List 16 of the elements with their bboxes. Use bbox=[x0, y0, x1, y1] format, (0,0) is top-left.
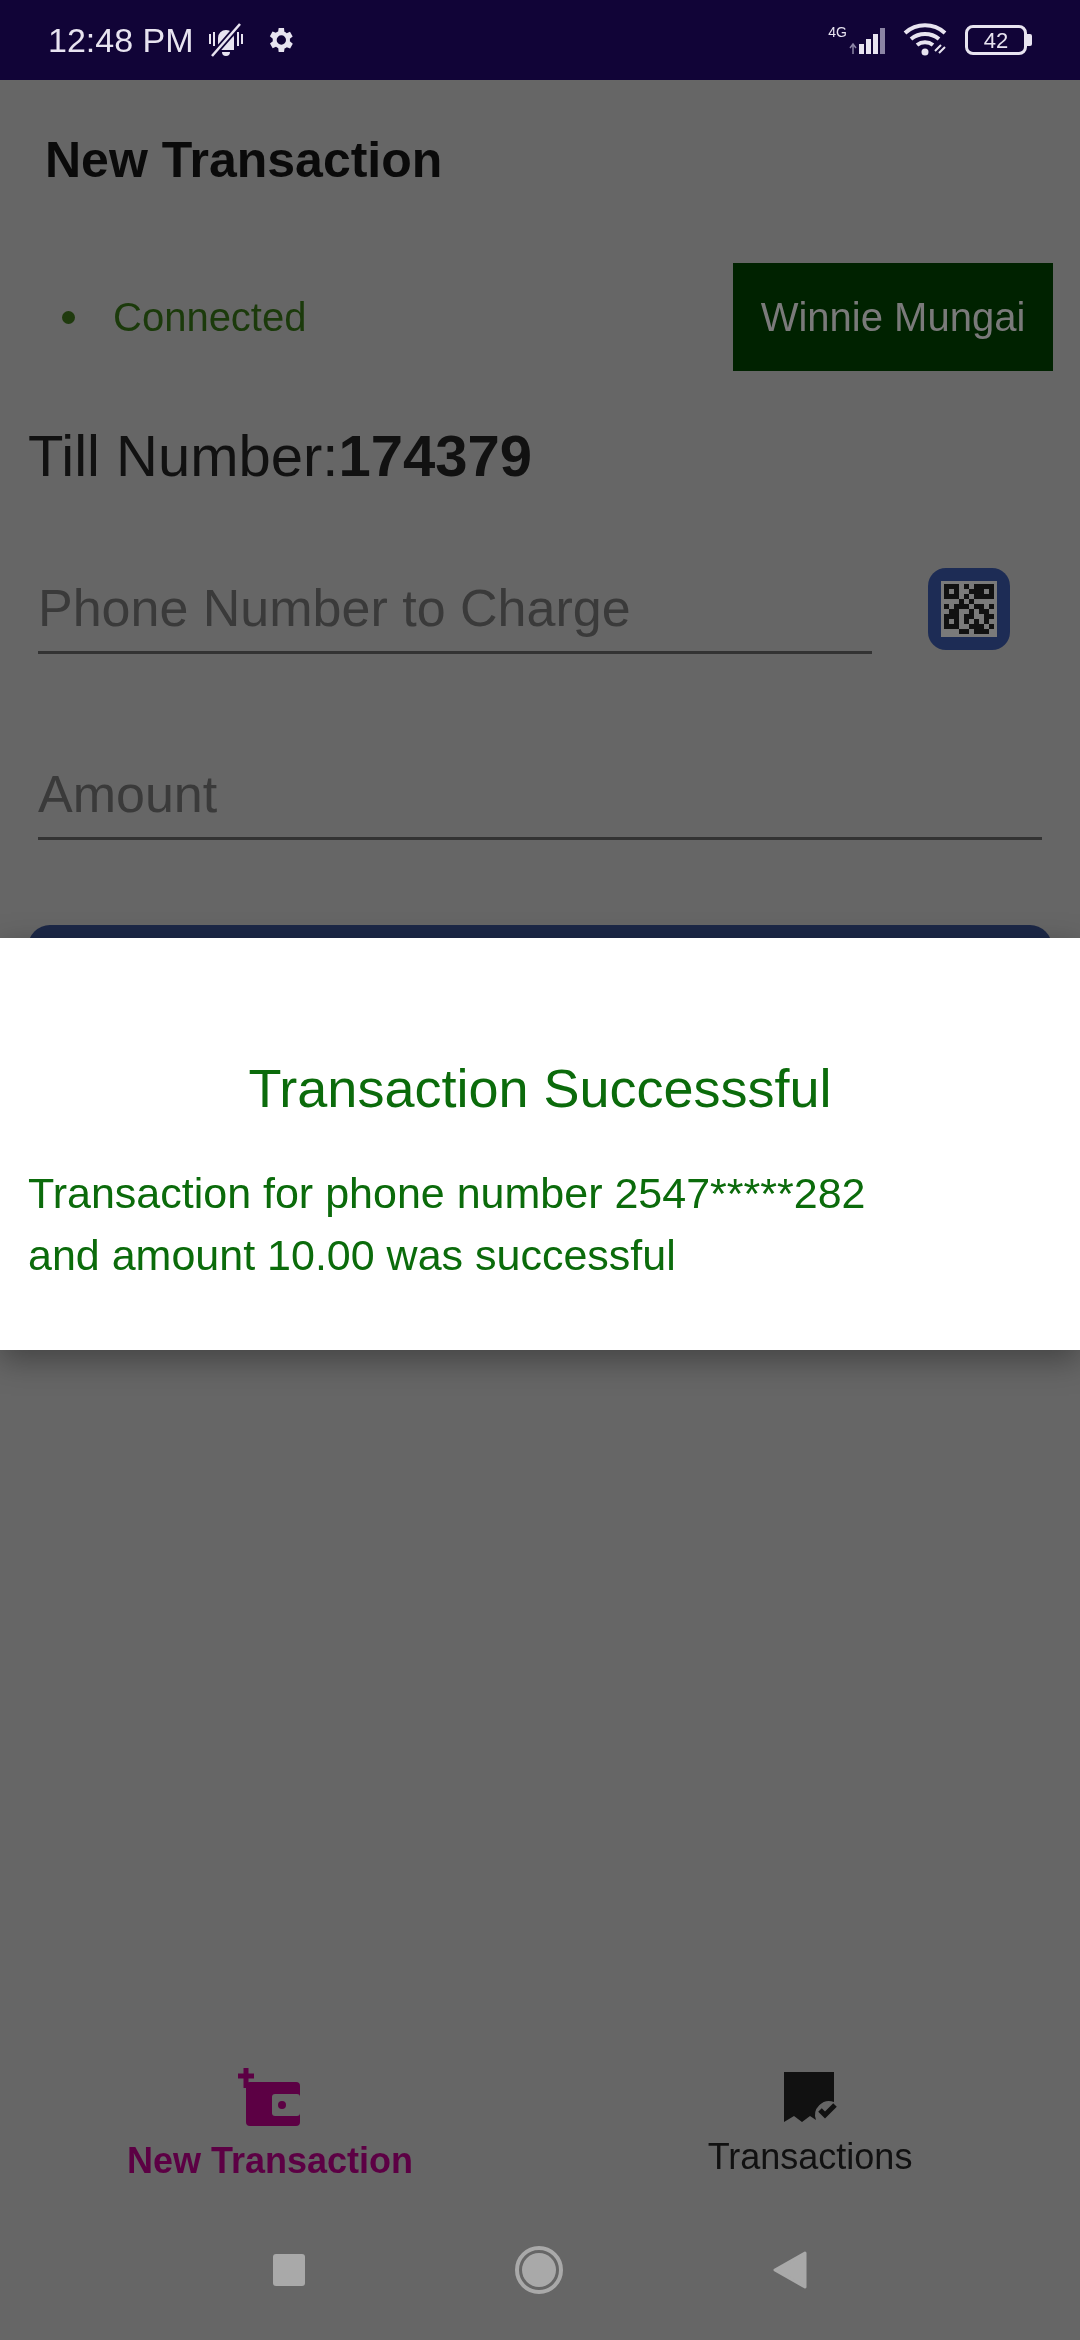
clock: 12:48 PM bbox=[48, 19, 194, 61]
nav-tab[interactable]: Transactions bbox=[540, 2040, 1080, 2220]
battery-indicator: 42 bbox=[965, 25, 1032, 55]
home-button[interactable] bbox=[515, 2246, 563, 2294]
dialog-title: Transaction Successsful bbox=[247, 1057, 833, 1120]
connection-status: Connected bbox=[113, 294, 307, 341]
nav-tab[interactable]: New Transaction bbox=[0, 2040, 540, 2220]
dialog-message: Transaction for phone number 2547*****282 and amount 10.00 was successful bbox=[28, 1168, 867, 1281]
back-button[interactable] bbox=[773, 2251, 807, 2289]
page-title: New Transaction bbox=[44, 131, 444, 190]
qr-code-icon bbox=[941, 581, 997, 637]
wallet-add-icon bbox=[238, 2068, 302, 2128]
user-button[interactable]: Winnie Mungai bbox=[733, 263, 1053, 371]
till-number: Till Number:174379 bbox=[27, 422, 533, 490]
network-type: 4G bbox=[828, 23, 847, 42]
qr-scan-button[interactable] bbox=[928, 568, 1010, 650]
